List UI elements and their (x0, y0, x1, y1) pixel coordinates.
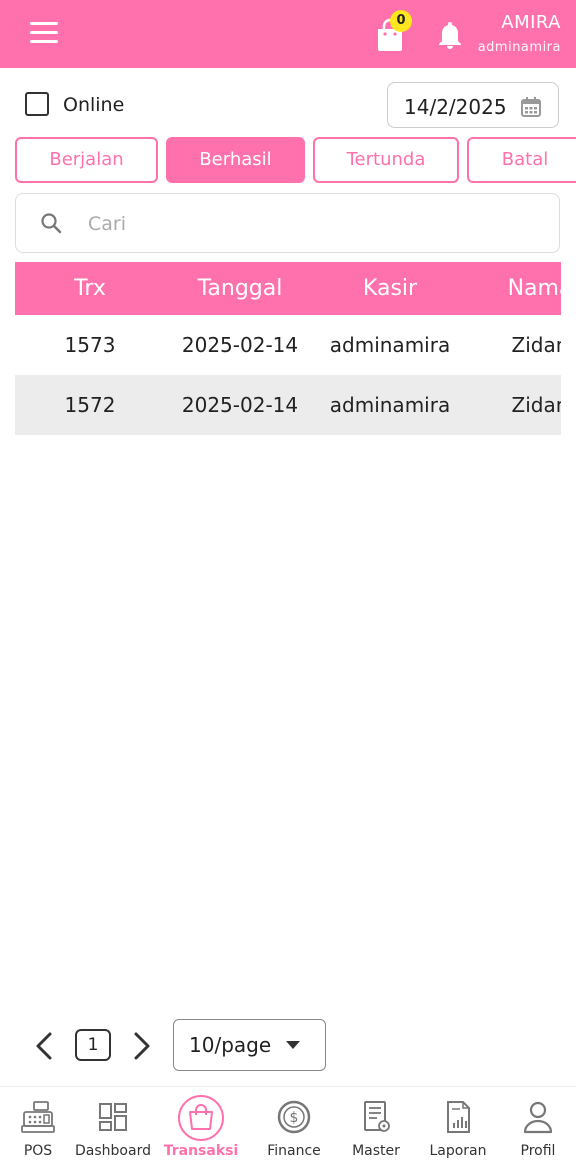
bottom-nav: POS Dashboard Transaksi $ Finance Master… (0, 1086, 576, 1172)
cell-trx: 1572 (64, 393, 116, 417)
cash-register-icon (21, 1101, 55, 1133)
cell-kasir: adminamira (329, 393, 451, 417)
caret-down-icon (286, 1041, 300, 1049)
shopping-bag-icon (189, 1104, 213, 1130)
nav-label-master: Master (352, 1143, 400, 1159)
nav-item-master[interactable]: Master (335, 1087, 417, 1172)
table-row[interactable]: 1572 2025-02-14 adminamira Zidan (15, 375, 561, 435)
current-page-number[interactable]: 1 (75, 1029, 111, 1061)
column-header-trx[interactable]: Trx (15, 262, 165, 315)
chevron-left-icon[interactable] (32, 1030, 56, 1062)
nav-label-dashboard: Dashboard (75, 1143, 151, 1159)
transactions-table: Trx Tanggal Kasir Nama 1573 2025-02-14 a… (15, 262, 561, 436)
cart-count-badge: 0 (390, 10, 412, 32)
date-picker[interactable]: 14/2/2025 (387, 82, 559, 128)
search-box (15, 193, 560, 253)
nav-label-laporan: Laporan (429, 1143, 487, 1159)
cell-tanggal: 2025-02-14 (181, 333, 299, 357)
app-header: 0 AMIRA adminamira (0, 0, 576, 68)
online-checkbox[interactable] (25, 92, 49, 116)
online-label: Online (63, 94, 125, 116)
nav-label-transaksi: Transaksi (163, 1143, 239, 1159)
svg-text:$: $ (290, 1110, 299, 1126)
nav-item-profil[interactable]: Profil (497, 1087, 576, 1172)
page-size-value: 10/page (189, 1033, 272, 1057)
nav-label-pos: POS (23, 1143, 53, 1159)
calendar-icon (521, 97, 541, 117)
dollar-coin-icon: $ (277, 1100, 311, 1134)
search-icon (41, 213, 62, 234)
cell-trx: 1573 (64, 333, 116, 357)
date-value: 14/2/2025 (404, 95, 507, 119)
nav-label-finance: Finance (267, 1143, 321, 1159)
user-role: adminamira (477, 40, 561, 55)
document-gear-icon (364, 1101, 390, 1132)
nav-item-dashboard[interactable]: Dashboard (72, 1087, 154, 1172)
nav-item-finance[interactable]: $ Finance (253, 1087, 335, 1172)
column-header-nama[interactable]: Nama (465, 262, 561, 315)
nav-item-laporan[interactable]: Laporan (417, 1087, 499, 1172)
nav-item-transaksi[interactable]: Transaksi (160, 1087, 242, 1172)
nav-label-profil: Profil (520, 1143, 556, 1159)
report-chart-icon (447, 1101, 470, 1133)
user-name[interactable]: AMIRA (501, 12, 561, 33)
dashboard-grid-icon (99, 1103, 127, 1131)
tab-tertunda[interactable]: Tertunda (313, 137, 459, 183)
nav-item-pos[interactable]: POS (0, 1087, 79, 1172)
tab-berhasil[interactable]: Berhasil (166, 137, 305, 183)
table-header: Trx Tanggal Kasir Nama (15, 262, 561, 315)
cell-kasir: adminamira (329, 333, 451, 357)
tab-berjalan[interactable]: Berjalan (15, 137, 158, 183)
column-header-tanggal[interactable]: Tanggal (165, 262, 315, 315)
hamburger-menu-icon[interactable] (30, 22, 60, 46)
tab-batal[interactable]: Batal (467, 137, 576, 183)
user-icon (523, 1101, 553, 1134)
chevron-right-icon[interactable] (130, 1030, 154, 1062)
bell-icon[interactable] (434, 18, 466, 52)
search-input[interactable] (86, 208, 530, 240)
page-size-select[interactable]: 10/page (173, 1019, 326, 1071)
column-header-kasir[interactable]: Kasir (315, 262, 465, 315)
cell-tanggal: 2025-02-14 (181, 393, 299, 417)
cell-nama: Zidan (511, 333, 561, 357)
cell-nama: Zidan (511, 393, 561, 417)
table-row[interactable]: 1573 2025-02-14 adminamira Zidan (15, 315, 561, 375)
